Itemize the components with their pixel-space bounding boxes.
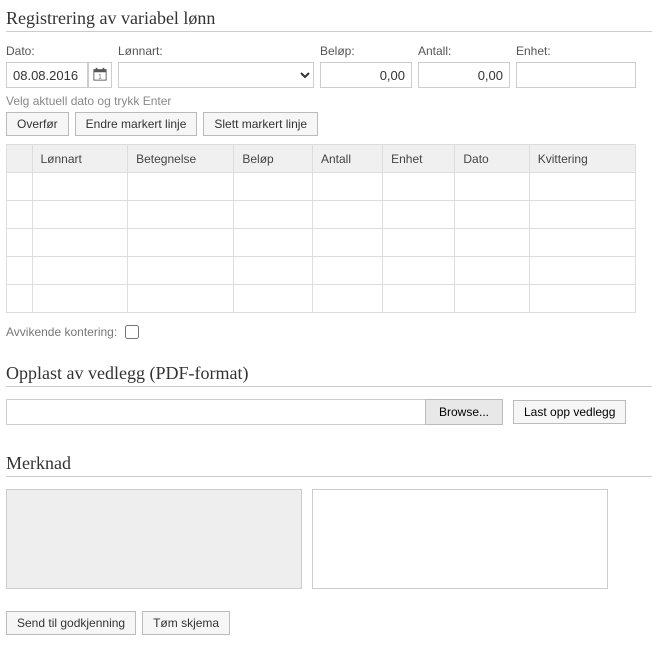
table-cell	[7, 173, 33, 201]
calendar-button[interactable]: 1	[88, 62, 112, 88]
label-antall: Antall:	[418, 44, 510, 58]
input-row: Dato: 1 Lønnart: Beløp: Antall: Enhet:	[6, 44, 652, 88]
merknad-row	[6, 489, 652, 589]
overfor-button[interactable]: Overfør	[6, 112, 69, 136]
field-lonnart: Lønnart:	[118, 44, 314, 88]
table-row[interactable]	[7, 257, 636, 285]
tom-button[interactable]: Tøm skjema	[142, 611, 230, 635]
table-row[interactable]	[7, 173, 636, 201]
table-cell	[7, 229, 33, 257]
table-cell	[234, 173, 313, 201]
table-cell	[128, 229, 234, 257]
table-cell	[128, 173, 234, 201]
table-cell	[529, 285, 635, 313]
table-cell	[32, 201, 128, 229]
grid-header-lonnart: Lønnart	[32, 145, 128, 173]
field-antall: Antall:	[418, 44, 510, 88]
merknad-right-textarea[interactable]	[312, 489, 608, 589]
table-cell	[7, 285, 33, 313]
table-cell	[529, 229, 635, 257]
table-cell	[313, 229, 383, 257]
table-cell	[383, 173, 455, 201]
table-cell	[313, 201, 383, 229]
antall-input[interactable]	[418, 62, 510, 88]
table-cell	[128, 285, 234, 313]
grid-header-select	[7, 145, 33, 173]
table-cell	[32, 285, 128, 313]
table-cell	[313, 257, 383, 285]
label-belop: Beløp:	[320, 44, 412, 58]
table-cell	[128, 257, 234, 285]
label-enhet: Enhet:	[516, 44, 636, 58]
upload-button[interactable]: Last opp vedlegg	[513, 400, 626, 424]
section-title-registrering: Registrering av variabel lønn	[6, 8, 652, 32]
table-cell	[234, 229, 313, 257]
browse-button[interactable]: Browse...	[425, 399, 503, 425]
table-cell	[529, 173, 635, 201]
table-row[interactable]	[7, 229, 636, 257]
endre-button[interactable]: Endre markert linje	[75, 112, 198, 136]
table-cell	[234, 285, 313, 313]
table-cell	[455, 201, 529, 229]
table-cell	[7, 201, 33, 229]
lonnart-select[interactable]	[118, 62, 314, 88]
table-cell	[383, 257, 455, 285]
hint-text: Velg aktuell dato og trykk Enter	[6, 94, 652, 108]
upload-row: Browse... Last opp vedlegg	[6, 399, 652, 425]
enhet-input[interactable]	[516, 62, 636, 88]
table-cell	[455, 257, 529, 285]
avvikende-row: Avvikende kontering:	[6, 325, 652, 339]
data-grid[interactable]: Lønnart Betegnelse Beløp Antall Enhet Da…	[6, 144, 636, 313]
grid-header-antall: Antall	[313, 145, 383, 173]
send-button[interactable]: Send til godkjenning	[6, 611, 136, 635]
svg-text:1: 1	[98, 73, 102, 80]
table-cell	[455, 285, 529, 313]
table-row[interactable]	[7, 285, 636, 313]
section-title-opplast: Opplast av vedlegg (PDF-format)	[6, 363, 652, 387]
belop-input[interactable]	[320, 62, 412, 88]
table-cell	[313, 285, 383, 313]
table-cell	[383, 201, 455, 229]
field-belop: Beløp:	[320, 44, 412, 88]
table-cell	[529, 201, 635, 229]
dato-input[interactable]	[6, 62, 88, 88]
calendar-icon: 1	[93, 67, 107, 84]
grid-header-betegnelse: Betegnelse	[128, 145, 234, 173]
avvikende-checkbox[interactable]	[125, 325, 139, 339]
grid-header-enhet: Enhet	[383, 145, 455, 173]
file-path-input[interactable]	[6, 399, 426, 425]
label-lonnart: Lønnart:	[118, 44, 314, 58]
avvikende-label: Avvikende kontering:	[6, 325, 117, 339]
table-cell	[234, 257, 313, 285]
table-cell	[455, 173, 529, 201]
table-cell	[32, 257, 128, 285]
table-cell	[313, 173, 383, 201]
table-cell	[529, 257, 635, 285]
grid-header-belop: Beløp	[234, 145, 313, 173]
table-row[interactable]	[7, 201, 636, 229]
table-cell	[455, 229, 529, 257]
table-cell	[7, 257, 33, 285]
table-cell	[32, 173, 128, 201]
footer-button-row: Send til godkjenning Tøm skjema	[6, 611, 652, 635]
table-cell	[383, 229, 455, 257]
section-title-merknad: Merknad	[6, 453, 652, 477]
merknad-left-textarea	[6, 489, 302, 589]
grid-header-dato: Dato	[455, 145, 529, 173]
field-dato: Dato: 1	[6, 44, 112, 88]
grid-header-kvittering: Kvittering	[529, 145, 635, 173]
label-dato: Dato:	[6, 44, 112, 58]
grid-button-row: Overfør Endre markert linje Slett marker…	[6, 112, 652, 136]
field-enhet: Enhet:	[516, 44, 636, 88]
table-cell	[32, 229, 128, 257]
table-cell	[383, 285, 455, 313]
table-cell	[128, 201, 234, 229]
table-cell	[234, 201, 313, 229]
slett-button[interactable]: Slett markert linje	[203, 112, 318, 136]
